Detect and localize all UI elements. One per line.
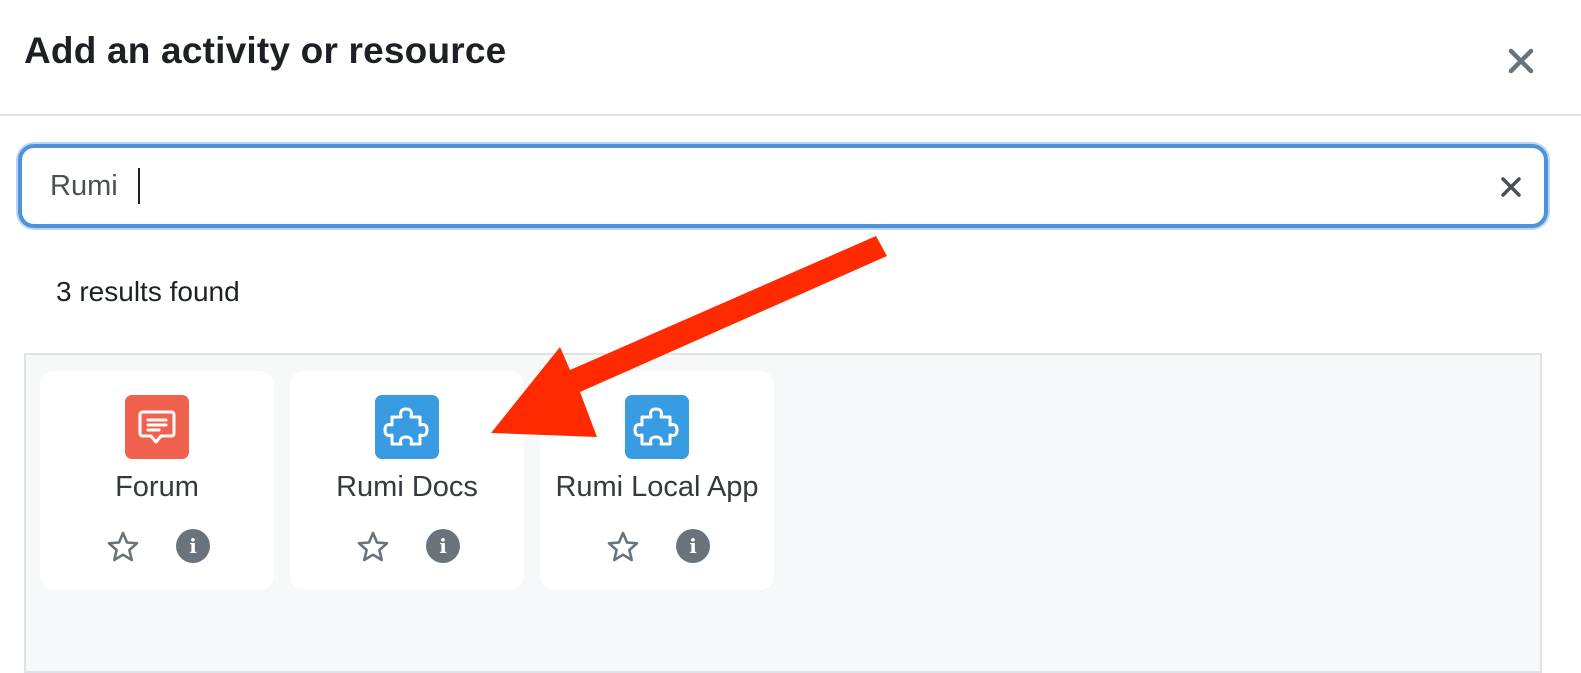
star-outline-icon: [357, 531, 389, 562]
activity-card-label: Rumi Docs: [336, 471, 478, 503]
star-button[interactable]: [355, 529, 391, 565]
activity-card-rumi-docs[interactable]: Rumi Docs i: [290, 371, 524, 590]
info-icon: i: [439, 534, 447, 558]
activity-card-rumi-local-app[interactable]: Rumi Local App i: [540, 371, 774, 590]
info-button[interactable]: i: [426, 529, 460, 563]
results-count: 3 results found: [56, 276, 240, 307]
info-icon: i: [189, 534, 197, 558]
activity-card-label: Rumi Local App: [555, 471, 759, 503]
clear-search-button[interactable]: [1494, 170, 1528, 204]
activity-card-label: Forum: [115, 471, 199, 503]
search-box: [18, 144, 1548, 228]
modal-header: Add an activity or resource: [0, 0, 1581, 116]
close-icon: [1508, 48, 1534, 74]
puzzle-piece-icon: [375, 395, 439, 459]
activity-card-forum[interactable]: Forum i: [40, 371, 274, 590]
search-input[interactable]: [50, 166, 1450, 206]
close-button[interactable]: [1500, 40, 1542, 82]
info-icon: i: [689, 534, 697, 558]
star-button[interactable]: [105, 529, 141, 565]
modal-title: Add an activity or resource: [24, 30, 507, 71]
puzzle-piece-icon: [625, 395, 689, 459]
text-caret: [138, 168, 140, 204]
info-button[interactable]: i: [176, 529, 210, 563]
star-button[interactable]: [605, 529, 641, 565]
info-button[interactable]: i: [676, 529, 710, 563]
forum-icon: [125, 395, 189, 459]
star-outline-icon: [107, 531, 139, 562]
star-outline-icon: [607, 531, 639, 562]
clear-search-icon: [1501, 177, 1521, 197]
